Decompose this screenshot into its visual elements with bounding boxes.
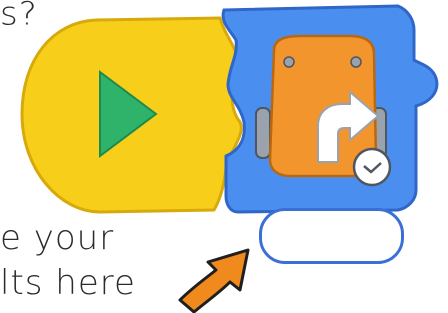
question-text: s? — [0, 0, 38, 33]
move-forward-turn-block[interactable] — [221, 4, 439, 214]
results-prompt-line-1: e your — [0, 218, 115, 258]
start-block[interactable] — [20, 16, 243, 214]
clock-badge-icon — [352, 147, 392, 187]
coding-puzzle-canvas: s? e your lts here — [0, 0, 448, 313]
curved-arrow-icon — [178, 248, 250, 313]
result-input-box[interactable] — [259, 208, 404, 264]
results-prompt-line-2: lts here — [0, 263, 136, 303]
